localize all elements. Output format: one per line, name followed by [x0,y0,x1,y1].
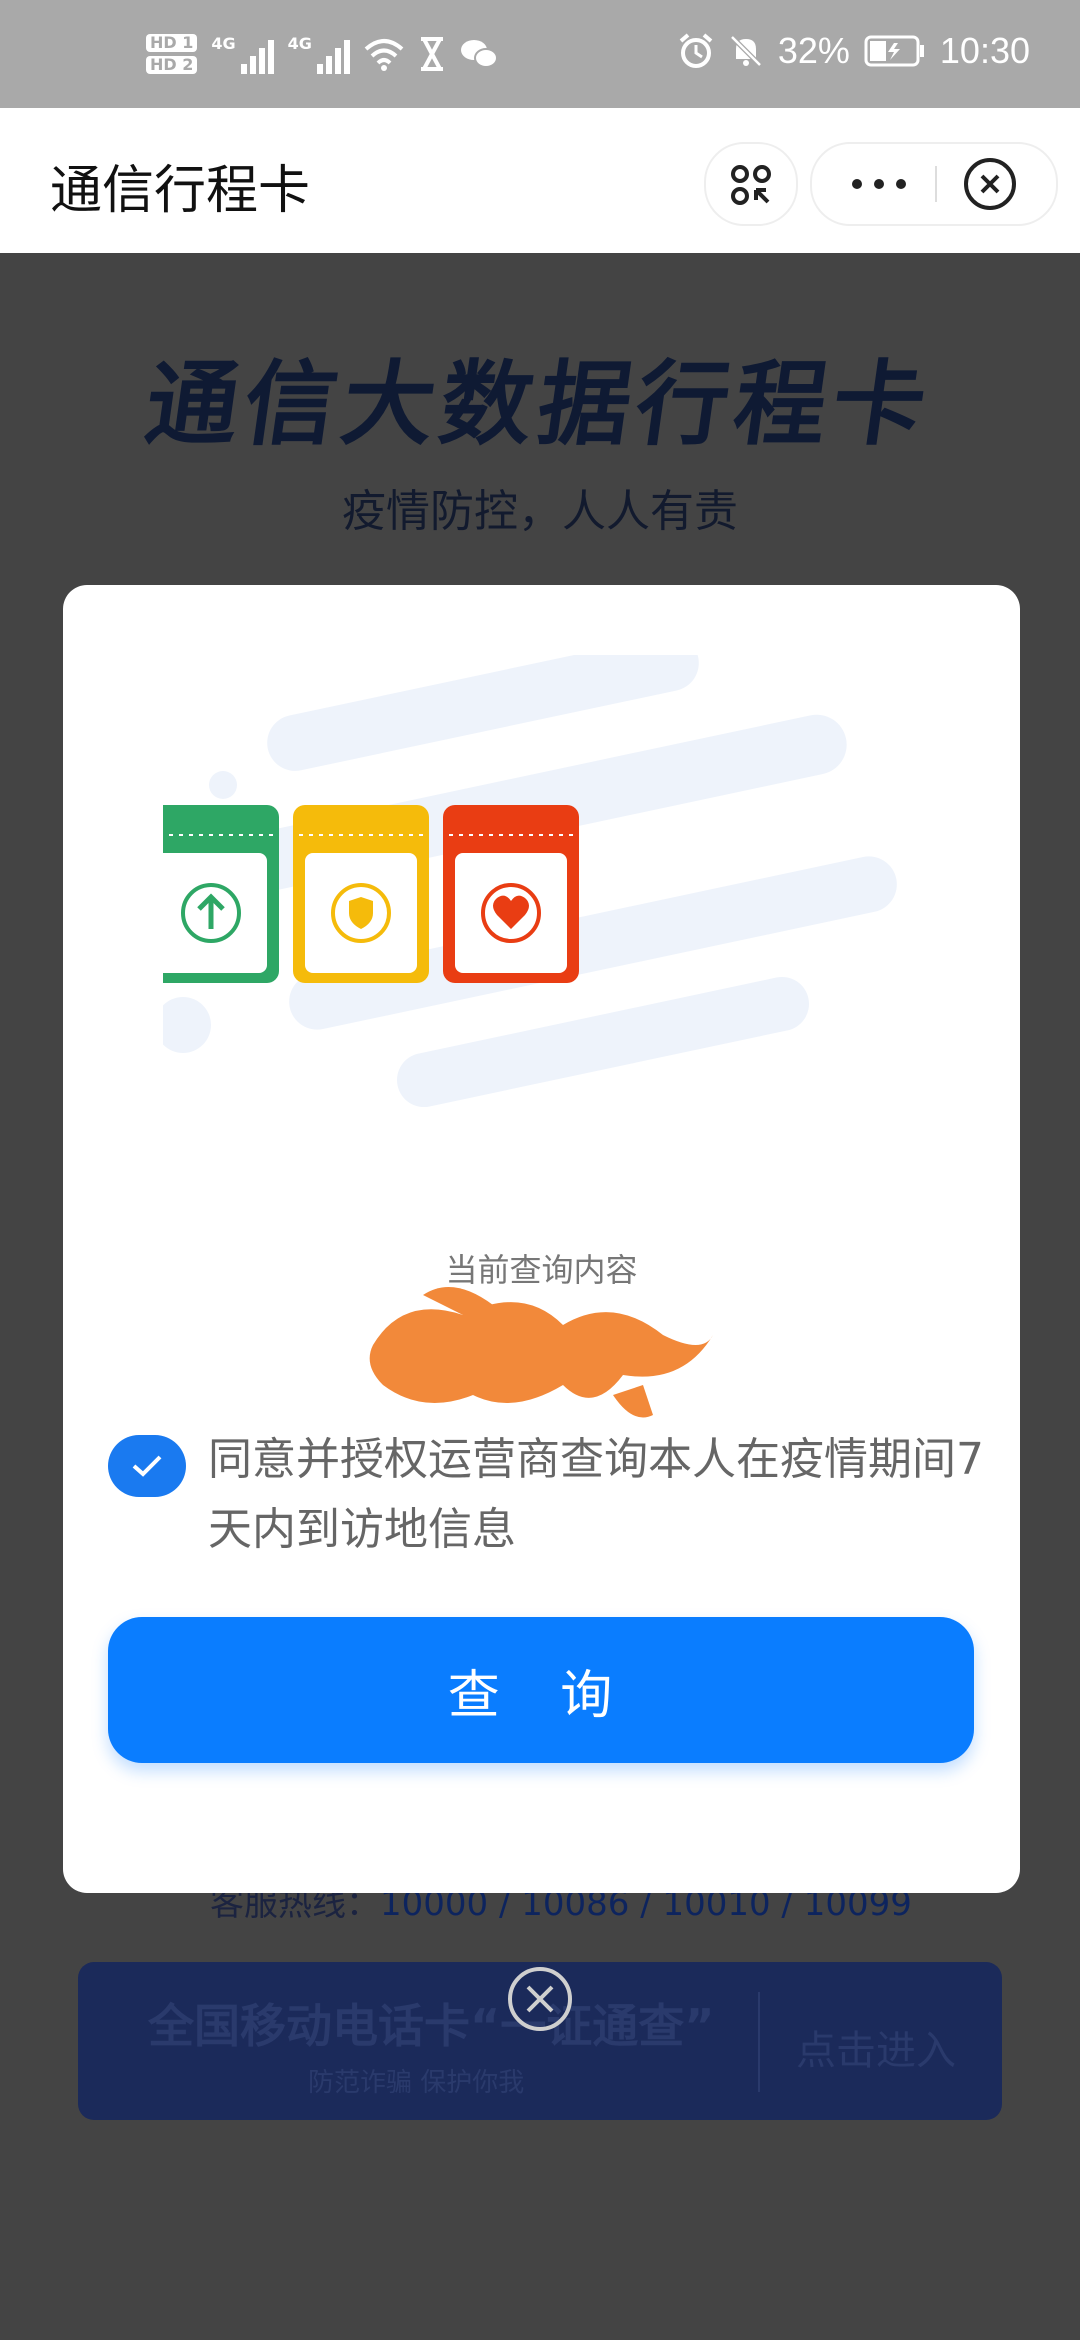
hourglass-icon [420,37,443,71]
wifi-icon [364,39,404,71]
banner-title: 全国移动电话卡“一证通查” [148,1999,715,2053]
signal-2-icon: 4G [288,34,350,74]
capsule-divider [935,166,937,202]
alarm-icon [679,33,713,68]
page-title: 通信行程卡 [50,161,311,221]
banner-divider [758,1992,760,2092]
hd1-badge: HD 1 [146,34,198,52]
close-modal-icon[interactable] [506,1965,574,2033]
checkmark-icon [132,1455,162,1477]
close-app-icon[interactable] [962,156,1018,212]
mute-bell-icon [730,35,762,67]
green-card [163,805,279,983]
hero-subtitle: 疫情防控，人人有责 [342,486,738,537]
query-button[interactable]: 查 询 [108,1617,974,1763]
clock-time: 10:30 [939,30,1030,71]
mini-program-navbar: 通信行程卡 [0,108,1080,253]
hd2-badge: HD 2 [146,56,198,74]
more-dot-icon [896,179,906,189]
query-modal: 当前查询内容 3 同意并授权运营商查询本人在疫情期间7天内到访地信息 查 询 [63,585,1020,1893]
banner-subtitle: 防范诈骗 保护你我 [308,2068,525,2098]
hd-badges: HD 1 HD 2 [146,34,198,74]
hero-title: 通信大数据行程卡 [139,351,939,458]
consent-text: 同意并授权运营商查询本人在疫情期间7天内到访地信息 [208,1434,984,1555]
status-left: HD 1 HD 2 4G 4G [146,34,498,74]
battery-percent: 32% [777,30,850,71]
more-dot-icon [874,179,884,189]
banner-enter-link[interactable]: 点击进入 [796,2018,956,2076]
capsule-menu [810,142,1058,226]
travel-card-illustration [163,655,897,1108]
scan-icon [731,165,771,205]
more-dot-icon [852,179,862,189]
status-right: 32% 10:30 [678,30,1030,72]
signal-1-icon: 4G [211,34,274,74]
consent-checkbox[interactable] [108,1435,186,1497]
battery-icon [864,35,924,67]
wechat-icon [460,40,498,68]
more-button[interactable] [812,144,946,224]
yellow-card [293,805,429,983]
status-bar: HD 1 HD 2 4G 4G 32% 10:30 [0,0,1080,108]
scan-button[interactable] [704,142,798,226]
redaction-scribble [369,1287,713,1418]
red-card [443,805,579,983]
